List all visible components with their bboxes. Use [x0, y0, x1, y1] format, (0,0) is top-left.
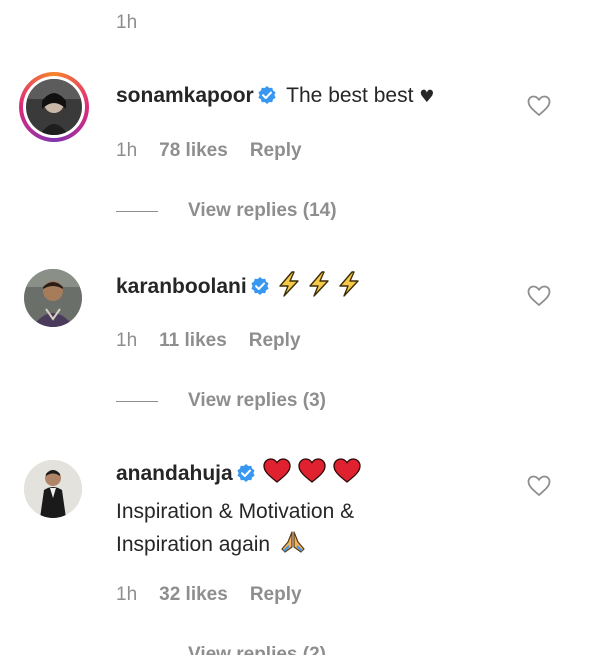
avatar-image	[24, 460, 82, 518]
comment-username[interactable]: sonamkapoor	[116, 84, 254, 107]
lightning-bolts-icon	[276, 270, 366, 308]
view-replies-button[interactable]: View replies (14)	[116, 200, 337, 222]
red-hearts-icon	[262, 457, 364, 495]
like-heart-icon[interactable]	[527, 95, 551, 117]
comment-text-line2: Inspiration again	[116, 533, 271, 556]
avatar-image	[24, 269, 82, 327]
view-replies-button[interactable]: View replies (3)	[116, 390, 326, 412]
verified-badge-icon	[250, 273, 270, 306]
comment-time: 1h	[116, 330, 138, 351]
comment-body: karanboolani	[116, 270, 520, 308]
comment-meta: 1h 11 likes Reply	[116, 330, 323, 352]
comment-username[interactable]: anandahuja	[116, 462, 233, 485]
comment-text-line1: Inspiration & Motivation &	[116, 500, 355, 523]
comment-text: The best best	[286, 84, 414, 107]
divider	[116, 210, 158, 212]
divider	[116, 400, 158, 402]
reply-button[interactable]: Reply	[249, 330, 301, 352]
view-replies-label: View replies (2)	[188, 644, 326, 655]
reply-button[interactable]: Reply	[250, 140, 302, 162]
comment-item: anandahuja ❤❤❤ Inspiration & Motivation …	[0, 455, 600, 655]
comment-meta: 1h 78 likes Reply	[116, 140, 324, 162]
like-heart-icon[interactable]	[527, 285, 551, 307]
reply-button[interactable]: Reply	[250, 584, 302, 606]
comment-timestamp: 1h	[116, 12, 138, 33]
like-heart-icon[interactable]	[527, 475, 551, 497]
comment-body: anandahuja ❤❤❤ Inspiration & Motivation …	[116, 457, 520, 564]
folded-hands-icon	[280, 530, 306, 564]
likes-count-link[interactable]: 11 likes	[159, 330, 227, 352]
verified-badge-icon	[257, 82, 277, 115]
comment-username[interactable]: karanboolani	[116, 275, 247, 298]
view-replies-label: View replies (3)	[188, 390, 326, 411]
comments-panel: 1h sonamkapoor The best best ♥ 1h 78 lik…	[0, 0, 600, 655]
view-replies-button[interactable]: View replies (2)	[116, 644, 326, 655]
avatar[interactable]	[19, 455, 89, 525]
story-ring	[19, 72, 89, 142]
comment-item: karanboolani 1h 11 likes Reply View repl…	[0, 264, 600, 424]
view-replies-label: View replies (14)	[188, 200, 337, 221]
avatar[interactable]	[19, 72, 89, 142]
comment-time: 1h	[116, 140, 138, 161]
likes-count-link[interactable]: 32 likes	[159, 584, 228, 606]
comment-body: sonamkapoor The best best ♥	[116, 79, 520, 115]
verified-badge-icon	[236, 460, 256, 493]
comment-item: sonamkapoor The best best ♥ 1h 78 likes …	[0, 70, 600, 230]
black-heart-icon: ♥	[419, 87, 435, 107]
comment-meta: 1h 32 likes Reply	[116, 584, 324, 606]
avatar-image	[26, 79, 82, 135]
likes-count-link[interactable]: 78 likes	[159, 140, 228, 162]
comment-time: 1h	[116, 584, 138, 605]
avatar[interactable]	[19, 264, 89, 334]
